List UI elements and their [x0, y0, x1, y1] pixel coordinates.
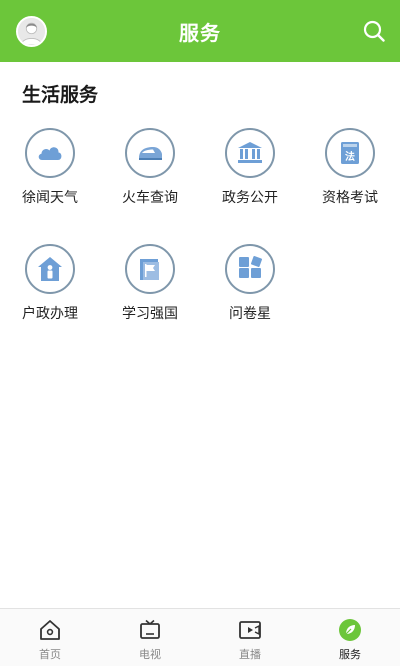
- flag-book-icon: [140, 259, 159, 280]
- service-label: 问卷星: [229, 306, 271, 322]
- app-root: 服务 生活服务 徐闻天气 火车查询 政务公开 法 资格考试 户政办理 学习强国 …: [0, 0, 400, 666]
- nav-label: 电视: [139, 648, 161, 661]
- services-grid: 徐闻天气 火车查询 政务公开 法 资格考试 户政办理 学习强国 问卷星: [0, 128, 400, 360]
- bottom-nav: 首页 电视 直播 服务: [0, 608, 400, 666]
- house-person-icon: [38, 257, 62, 281]
- nav-label: 直播: [239, 648, 261, 661]
- service-study[interactable]: 学习强国: [100, 244, 200, 323]
- service-icon-circle: [125, 244, 175, 294]
- services-row: 徐闻天气 火车查询 政务公开 法 资格考试: [0, 128, 400, 244]
- tv-icon: [140, 619, 160, 639]
- survey-grid-icon: [239, 256, 262, 278]
- services-row: 户政办理 学习强国 问卷星: [0, 244, 400, 360]
- service-icon-circle: [25, 128, 75, 178]
- service-weather[interactable]: 徐闻天气: [0, 128, 100, 207]
- nav-label: 首页: [39, 648, 61, 661]
- nav-item-live[interactable]: 直播: [200, 609, 300, 666]
- page-title: 服务: [179, 20, 221, 45]
- service-icon-circle: 法: [325, 128, 375, 178]
- user-avatar-icon[interactable]: [16, 16, 47, 47]
- service-icon-circle: [225, 244, 275, 294]
- service-survey[interactable]: 问卷星: [200, 244, 300, 323]
- service-train[interactable]: 火车查询: [100, 128, 200, 207]
- service-label: 政务公开: [222, 190, 278, 206]
- nav-item-home[interactable]: 首页: [0, 609, 100, 666]
- service-label: 徐闻天气: [22, 190, 78, 206]
- service-icon-circle: [225, 128, 275, 178]
- train-icon: [139, 147, 162, 160]
- svg-text:法: 法: [345, 150, 355, 163]
- service-government[interactable]: 政务公开: [200, 128, 300, 207]
- nav-item-tv[interactable]: 电视: [100, 609, 200, 666]
- service-label: 资格考试: [322, 190, 378, 206]
- nav-item-service[interactable]: 服务: [300, 609, 400, 666]
- section-title: 生活服务: [22, 84, 99, 106]
- service-label: 火车查询: [122, 190, 178, 206]
- law-book-icon: 法: [341, 142, 359, 164]
- service-label: 学习强国: [122, 306, 178, 322]
- search-icon[interactable]: [362, 19, 386, 43]
- service-exam[interactable]: 法 资格考试: [300, 128, 400, 207]
- service-icon-circle: [125, 128, 175, 178]
- leaf-icon: [339, 619, 361, 641]
- service-icon-circle: [25, 244, 75, 294]
- service-label: 户政办理: [22, 306, 78, 322]
- government-building-icon: [238, 142, 262, 163]
- header-bar: 服务: [0, 0, 400, 62]
- home-icon: [40, 620, 60, 640]
- live-video-icon: [239, 621, 261, 639]
- service-household[interactable]: 户政办理: [0, 244, 100, 323]
- cloud-icon: [38, 147, 62, 160]
- nav-label: 服务: [339, 648, 361, 661]
